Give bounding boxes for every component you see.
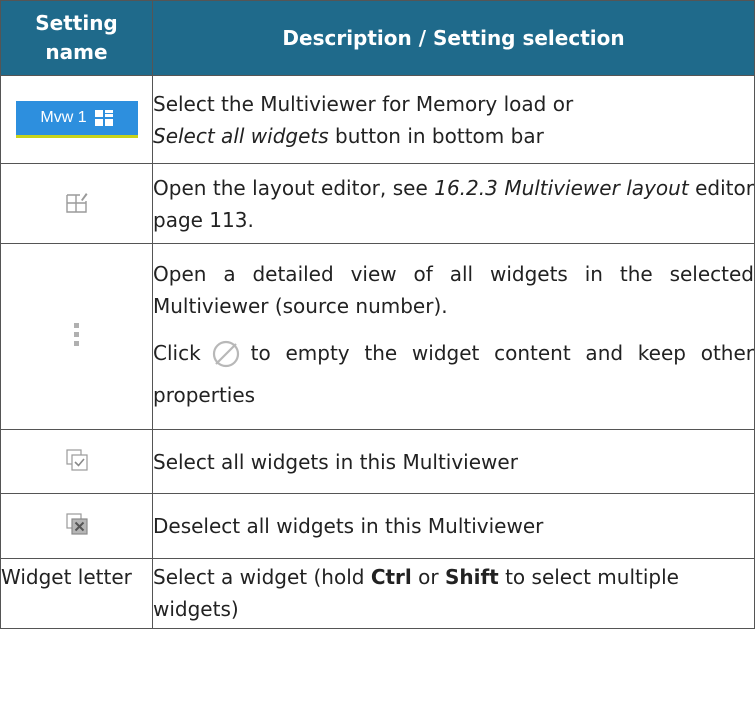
header-row: Setting name Description / Setting selec… xyxy=(0,0,755,76)
grid-icon xyxy=(94,110,113,126)
desc-paragraph: Open a detailed view of all widgets in t… xyxy=(153,261,754,318)
description-cell: Deselect all widgets in this Multiviewer xyxy=(152,493,755,559)
desc-text: button in bottom bar xyxy=(328,123,544,148)
desc-text: Deselect all widgets in this Multiviewer xyxy=(153,514,544,538)
table-row: Open the layout editor, see 16.2.3 Multi… xyxy=(0,163,755,244)
description-cell: Open a detailed view of all widgets in t… xyxy=(152,243,755,430)
desc-text: or xyxy=(411,565,445,589)
settings-table: Setting name Description / Setting selec… xyxy=(0,0,755,629)
desc-key: Shift xyxy=(444,565,499,589)
setting-cell: Mvw 1 xyxy=(0,75,153,164)
setting-cell xyxy=(0,429,153,494)
deselect-all-icon[interactable] xyxy=(65,513,88,535)
desc-text: Click xyxy=(153,340,201,365)
desc-emphasis: Select all widgets xyxy=(153,123,329,148)
empty-widget-icon xyxy=(212,340,239,368)
table-row: Mvw 1 Select the Multiviewer for Memory … xyxy=(0,75,755,164)
setting-name: Widget letter xyxy=(1,565,132,589)
header-setting-name: Setting name xyxy=(0,0,153,76)
setting-cell xyxy=(0,243,153,430)
layout-editor-icon[interactable] xyxy=(65,191,88,213)
desc-text: Select the Multiviewer for Memory load o… xyxy=(153,91,574,116)
desc-text: Select all widgets in this Multiviewer xyxy=(153,449,518,474)
more-vertical-icon[interactable] xyxy=(73,322,81,348)
header-description: Description / Setting selection xyxy=(152,0,755,76)
desc-key: Ctrl xyxy=(370,565,412,589)
button-label: Mvw 1 xyxy=(40,109,87,126)
description-cell: Select all widgets in this Multiviewer xyxy=(152,429,755,494)
setting-cell xyxy=(0,493,153,559)
description-cell: Select the Multiviewer for Memory load o… xyxy=(152,75,755,164)
desc-text: to empty the widget content and keep oth… xyxy=(153,340,754,407)
multiviewer-select-button[interactable]: Mvw 1 xyxy=(15,101,138,138)
desc-text: Select a widget (hold xyxy=(153,565,371,589)
setting-name-cell: Widget letter xyxy=(0,558,153,629)
table-row: Open a detailed view of all widgets in t… xyxy=(0,243,755,430)
description-cell: Select a widget (hold Ctrl or Shift to s… xyxy=(152,558,755,629)
table-row: Deselect all widgets in this Multiviewer xyxy=(0,493,755,559)
select-all-icon[interactable] xyxy=(65,448,88,471)
table-row: Select all widgets in this Multiviewer xyxy=(0,429,755,494)
description-cell: Open the layout editor, see 16.2.3 Multi… xyxy=(152,163,755,244)
table-row: Widget letter Select a widget (hold Ctrl… xyxy=(0,558,755,629)
desc-text: Open the layout editor, see xyxy=(153,175,435,200)
desc-reference: 16.2.3 Multiviewer layout xyxy=(434,175,689,200)
setting-cell xyxy=(0,163,153,244)
